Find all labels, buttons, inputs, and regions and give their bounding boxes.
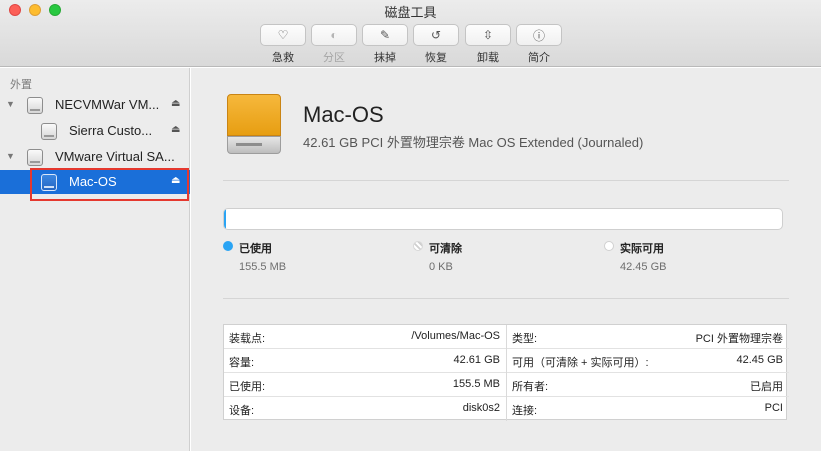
erase-icon: ✎ <box>379 28 391 42</box>
first-aid-label: 急救 <box>272 52 294 64</box>
info-column-left: 装载点: /Volumes/Mac-OS 容量: 42.61 GB 已使用: 1… <box>224 325 506 421</box>
volume-icon <box>41 174 57 191</box>
sidebar-item-sierra-volume[interactable]: Sierra Custo... ⏏ <box>0 119 190 143</box>
erase-button[interactable]: ✎ 抹掉 <box>362 24 408 65</box>
sidebar: 外置 ▼ NECVMWar VM... ⏏ Sierra Custo... ⏏ … <box>0 68 190 451</box>
volume-name: Mac-OS <box>303 102 384 127</box>
first-aid-button[interactable]: ♡ 急救 <box>260 24 306 65</box>
info-key: 类型: <box>512 333 538 345</box>
info-key: 容量: <box>229 357 255 369</box>
info-row-connection: 连接: PCI <box>507 397 789 421</box>
info-value: 42.61 GB <box>453 354 500 366</box>
eject-icon[interactable]: ⏏ <box>171 98 180 109</box>
divider <box>223 180 789 181</box>
erase-label: 抹掉 <box>374 52 396 64</box>
eject-icon[interactable]: ⏏ <box>171 124 180 135</box>
info-row-owners: 所有者: 已启用 <box>507 373 789 397</box>
divider <box>223 298 789 299</box>
volume-detail-panel: Mac-OS 42.61 GB PCI 外置物理宗卷 Mac OS Extend… <box>191 68 821 451</box>
info-row-mount-point: 装载点: /Volumes/Mac-OS <box>224 325 506 349</box>
drive-icon <box>27 149 43 166</box>
legend-used-value: 155.5 MB <box>239 261 287 273</box>
drive-icon <box>27 97 43 114</box>
restore-button[interactable]: ↺ 恢复 <box>413 24 459 65</box>
legend-available-title: 实际可用 <box>620 243 664 255</box>
partition-icon: ◐ <box>330 28 338 42</box>
unmount-button[interactable]: ⇳ 卸载 <box>465 24 511 65</box>
legend-purgeable-title: 可清除 <box>429 243 462 255</box>
disclosure-triangle-icon[interactable]: ▼ <box>6 151 15 161</box>
unmount-icon: ⇳ <box>482 28 494 42</box>
sidebar-item-label: Sierra Custo... <box>69 123 153 138</box>
info-button[interactable]: ⓘ 简介 <box>516 24 562 65</box>
eject-icon[interactable]: ⏏ <box>171 175 180 186</box>
info-value: disk0s2 <box>462 402 500 414</box>
info-row-used: 已使用: 155.5 MB <box>224 373 506 397</box>
toolbar: 磁盘工具 ♡ 急救 ◐ 分区 ✎ 抹掉 ↺ 恢复 ⇳ 卸载 ⓘ 简介 <box>0 0 821 67</box>
sidebar-item-mac-os-volume[interactable]: Mac-OS ⏏ <box>0 170 190 194</box>
restore-label: 恢复 <box>425 52 447 64</box>
info-column-right: 类型: PCI 外置物理宗卷 可用（可清除 + 实际可用）: 42.45 GB … <box>506 325 789 421</box>
info-row-available: 可用（可清除 + 实际可用）: 42.45 GB <box>507 349 789 373</box>
info-row-device: 设备: disk0s2 <box>224 397 506 421</box>
sidebar-item-vmware-drive[interactable]: ▼ VMware Virtual SA... <box>0 145 190 169</box>
info-value: /Volumes/Mac-OS <box>411 330 500 342</box>
info-key: 连接: <box>512 405 538 417</box>
info-key: 所有者: <box>512 381 549 393</box>
sidebar-item-necvmwar-drive[interactable]: ▼ NECVMWar VM... ⏏ <box>0 93 190 117</box>
sidebar-item-label: VMware Virtual SA... <box>55 149 175 164</box>
legend-used-title: 已使用 <box>239 243 272 255</box>
info-key: 设备: <box>229 405 255 417</box>
usage-bar-used-fill <box>224 209 227 229</box>
partition-label: 分区 <box>323 52 345 64</box>
disclosure-triangle-icon[interactable]: ▼ <box>6 99 15 109</box>
partition-button[interactable]: ◐ 分区 <box>311 24 357 65</box>
legend-purgeable-value: 0 KB <box>429 261 453 273</box>
usage-bar <box>223 208 783 230</box>
info-row-capacity: 容量: 42.61 GB <box>224 349 506 373</box>
info-value: PCI 外置物理宗卷 <box>695 333 783 345</box>
info-value: 155.5 MB <box>452 378 500 390</box>
legend-available-value: 42.45 GB <box>620 261 667 273</box>
volume-description: 42.61 GB PCI 外置物理宗卷 Mac OS Extended (Jou… <box>303 135 644 150</box>
info-key: 已使用: <box>229 381 266 393</box>
info-value: 已启用 <box>750 381 783 393</box>
unmount-label: 卸载 <box>477 52 499 64</box>
sidebar-item-label: Mac-OS <box>69 174 117 189</box>
purgeable-pattern-dot <box>413 241 423 251</box>
info-key: 可用（可清除 + 实际可用）: <box>512 357 649 369</box>
sidebar-section-heading: 外置 <box>10 79 32 91</box>
info-value: PCI <box>764 402 783 414</box>
sidebar-item-label: NECVMWar VM... <box>55 97 160 112</box>
volume-info-table: 装载点: /Volumes/Mac-OS 容量: 42.61 GB 已使用: 1… <box>223 324 789 421</box>
used-color-dot <box>223 241 233 251</box>
info-key: 装载点: <box>229 333 266 345</box>
first-aid-icon: ♡ <box>277 28 289 42</box>
info-value: 42.45 GB <box>736 354 783 366</box>
available-color-dot <box>604 241 614 251</box>
window-title: 磁盘工具 <box>384 5 437 20</box>
info-icon: ⓘ <box>532 28 545 43</box>
info-label: 简介 <box>528 52 550 64</box>
info-row-type: 类型: PCI 外置物理宗卷 <box>507 325 789 349</box>
volume-icon <box>41 123 57 140</box>
external-drive-icon <box>227 94 281 154</box>
restore-icon: ↺ <box>430 28 442 42</box>
